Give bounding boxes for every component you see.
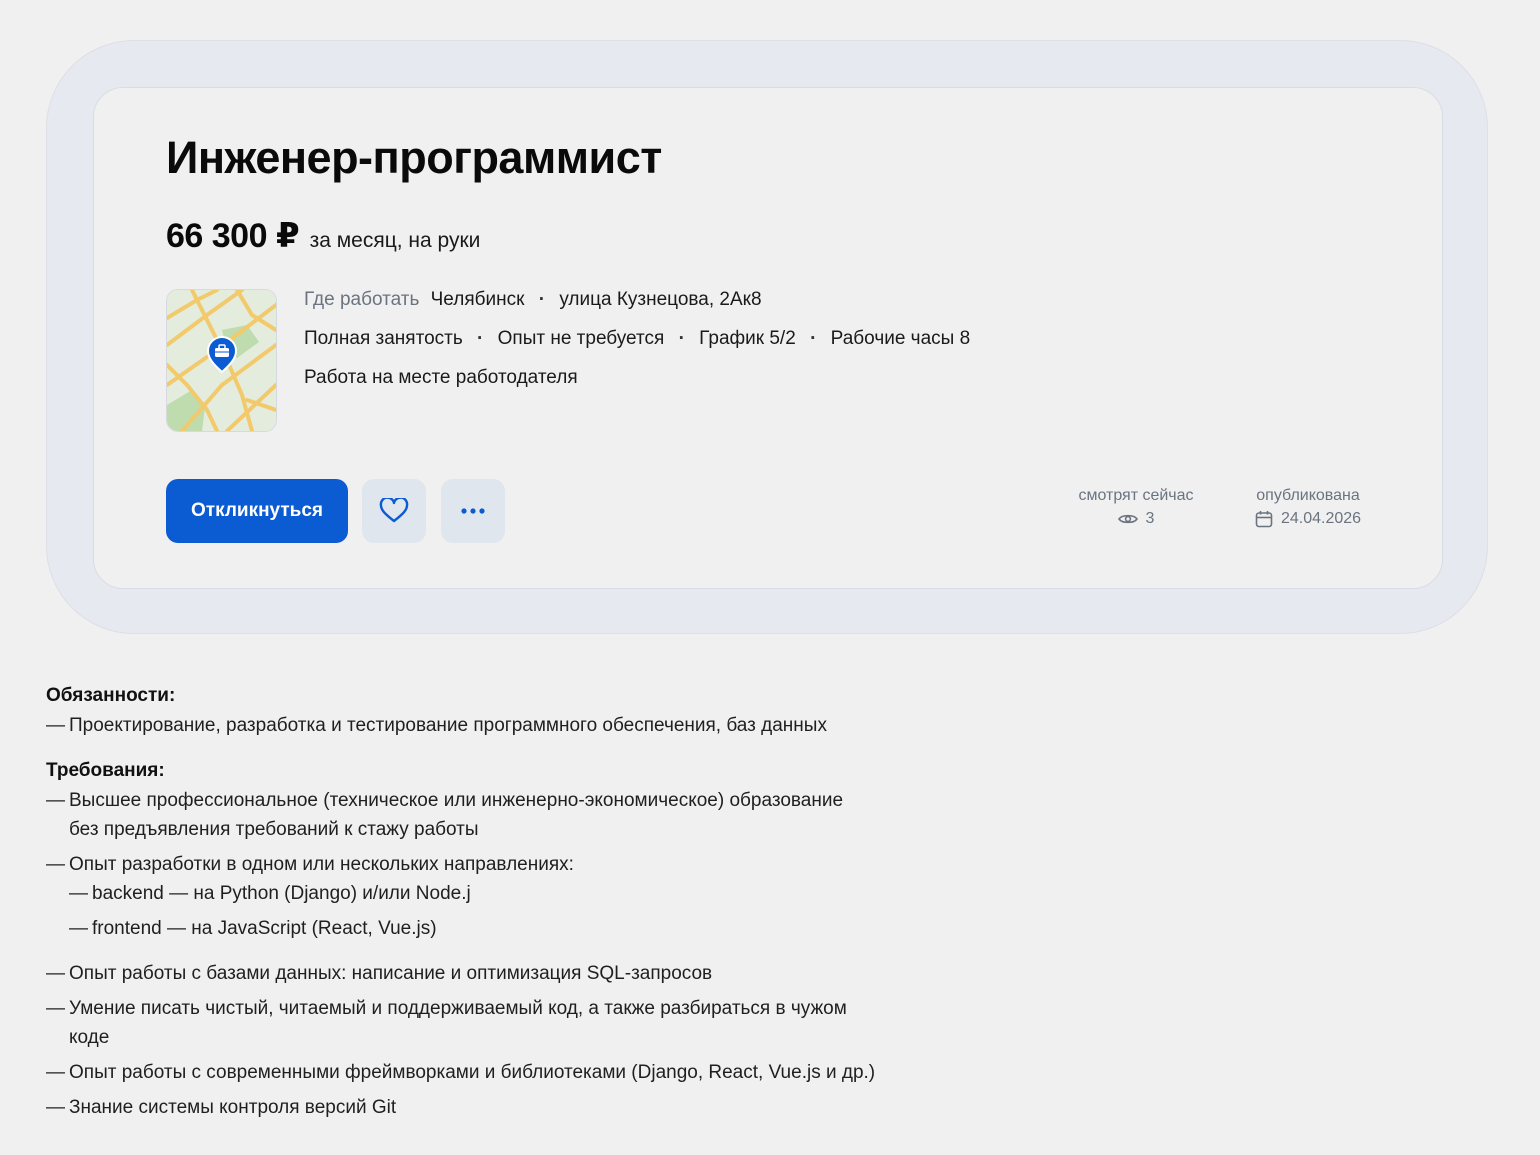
views-count: 3 bbox=[1145, 510, 1155, 527]
list-item: — Проектирование, разработка и тестирован… bbox=[46, 715, 827, 736]
list-item: — Знание системы контроля версий Git bbox=[46, 1097, 397, 1118]
salary-note: за месяц, на руки bbox=[309, 229, 481, 252]
separator-dot: · bbox=[538, 289, 546, 310]
vacancy-header-frame: Инженер-программист 66 300 ₽ за месяц, н… bbox=[46, 40, 1488, 634]
apply-button[interactable]: Откликнуться bbox=[166, 479, 348, 543]
requirements-heading: Требования: bbox=[46, 760, 165, 781]
map-thumbnail[interactable] bbox=[166, 289, 277, 432]
sub-list-item: — backend — на Python (Django) и/или Node… bbox=[69, 883, 471, 904]
list-item: — Умение писать чистый, читаемый и поддер… bbox=[46, 998, 847, 1019]
separator-dot: · bbox=[477, 328, 484, 349]
schedule: График 5/2 bbox=[699, 328, 796, 349]
views-now: смотрят сейчас 3 bbox=[1070, 486, 1202, 530]
more-button[interactable] bbox=[441, 479, 505, 543]
list-item: — Высшее профессиональное (техническое ил… bbox=[46, 790, 844, 811]
salary-amount: 66 300 ₽ bbox=[166, 217, 300, 255]
map-image bbox=[167, 290, 276, 431]
employment-type: Полная занятость bbox=[304, 328, 463, 349]
address: улица Кузнецова, 2Ак8 bbox=[559, 289, 762, 310]
location-label: Где работать bbox=[304, 289, 420, 310]
list-item: — Опыт работы с базами данных: написание … bbox=[46, 963, 713, 984]
work-format: Работа на месте работодателя bbox=[304, 367, 578, 388]
vacancy-card: Инженер-программист 66 300 ₽ за месяц, н… bbox=[93, 87, 1443, 589]
experience: Опыт не требуется bbox=[497, 328, 665, 349]
published-label: опубликована bbox=[1256, 487, 1360, 504]
location-line: Где работать Челябинск · улица Кузнецова… bbox=[304, 287, 970, 326]
work-format-line: Работа на месте работодателя bbox=[304, 365, 970, 404]
separator-dot: · bbox=[678, 328, 685, 349]
ellipsis-icon bbox=[461, 508, 485, 514]
views-label: смотрят сейчас bbox=[1078, 487, 1194, 504]
eye-icon bbox=[1117, 514, 1138, 524]
duties-heading: Обязанности: bbox=[46, 685, 176, 706]
salary: 66 300 ₽ за месяц, на руки bbox=[166, 216, 480, 256]
heart-icon bbox=[379, 498, 409, 523]
favorite-button[interactable] bbox=[362, 479, 426, 543]
calendar-icon bbox=[1255, 511, 1273, 528]
vacancy-title: Инженер-программист bbox=[166, 132, 662, 183]
sub-list-item: — frontend — на JavaScript (React, Vue.js… bbox=[69, 918, 437, 939]
list-item: — Опыт разработки в одном или нескольких … bbox=[46, 854, 574, 875]
vacancy-description: Обязанности: — Проектирование, разработка… bbox=[46, 681, 1006, 1122]
city: Челябинск bbox=[430, 289, 525, 310]
published-value: 24.04.2026 bbox=[1280, 510, 1362, 527]
separator-dot: · bbox=[810, 328, 817, 349]
vacancy-info: Где работать Челябинск · улица Кузнецова… bbox=[304, 287, 970, 404]
published-date: опубликована 24.04.2026 bbox=[1242, 486, 1374, 533]
list-item-continuation: без предъявления требований к стажу рабо… bbox=[69, 819, 479, 840]
list-item: — Опыт работы с современными фреймворками… bbox=[46, 1062, 876, 1083]
working-hours: Рабочие часы 8 bbox=[830, 328, 971, 349]
list-item-continuation: коде bbox=[69, 1027, 110, 1048]
conditions-line: Полная занятость · Опыт не требуется · Г… bbox=[304, 326, 970, 365]
